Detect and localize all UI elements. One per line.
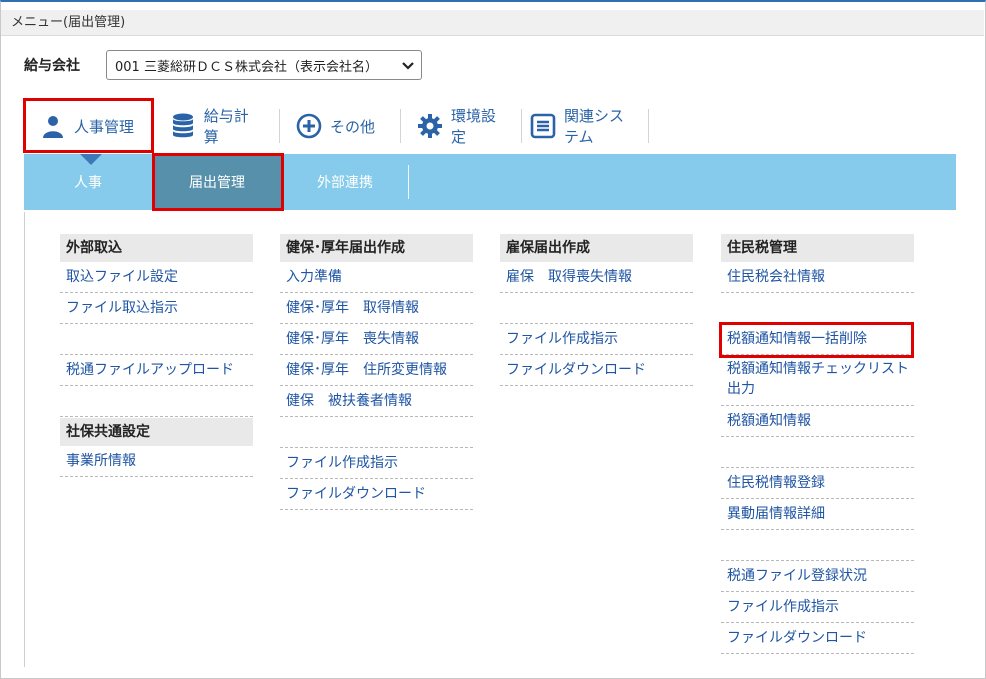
list-icon (530, 113, 556, 139)
section-title: 雇保届出作成 (500, 234, 693, 262)
gear-icon (417, 113, 443, 139)
sub-nav-label: 外部連携 (317, 175, 373, 191)
window-title: メニュー(届出管理) (1, 10, 984, 36)
menu-empty-row (500, 293, 693, 324)
menu-link[interactable]: 住民税情報登録 (721, 468, 914, 499)
main-nav-label: 給与計算 (203, 107, 249, 146)
content-border (24, 212, 25, 667)
menu-link[interactable]: 税額通知情報一括削除 (721, 324, 914, 355)
section-title: 社保共通設定 (60, 418, 253, 446)
menu-link[interactable]: 住民税会社情報 (721, 262, 914, 293)
chevron-down-icon (402, 62, 414, 70)
menu-column: 外部取込 取込ファイル設定 ファイル取込指示 税通ファイルアップロード 社保共通… (60, 234, 253, 477)
menu-empty-row (721, 293, 914, 324)
menu-link[interactable]: 税通ファイル登録状況 (721, 561, 914, 592)
main-nav: 人事管理 給与計算 その他 環境設定 関連システム (24, 100, 649, 152)
menu-link[interactable]: 税額通知情報 (721, 406, 914, 437)
sub-nav-gaibu[interactable]: 外部連携 (282, 154, 408, 210)
person-icon (40, 113, 66, 139)
active-caret (80, 154, 102, 165)
menu-link[interactable]: ファイル作成指示 (721, 592, 914, 623)
menu-column: 健保･厚年届出作成 入力準備 健保･厚年 取得情報 健保･厚年 喪失情報 健保･… (280, 234, 473, 510)
menu-link[interactable]: 雇保 取得喪失情報 (500, 262, 693, 293)
menu-empty-row (60, 324, 253, 355)
menu-link[interactable]: 健保･厚年 住所変更情報 (280, 355, 473, 386)
company-label: 給与会社 (24, 58, 80, 74)
main-nav-label: その他 (330, 117, 376, 136)
main-nav-kankyo[interactable]: 環境設定 (401, 100, 521, 152)
menu-link[interactable]: ファイル作成指示 (280, 448, 473, 479)
menu-link[interactable]: ファイルダウンロード (500, 355, 693, 386)
company-select-value: 001 三菱総研ＤＣＳ株式会社（表示会社名） (115, 59, 378, 75)
main-nav-label: 人事管理 (74, 117, 135, 136)
main-nav-jinji[interactable]: 人事管理 (24, 100, 154, 152)
menu-link[interactable]: 税額通知情報チェックリスト出力 (721, 355, 914, 406)
main-nav-sonota[interactable]: その他 (280, 100, 400, 152)
menu-link[interactable]: 健保･厚年 喪失情報 (280, 324, 473, 355)
menu-link[interactable]: 入力準備 (280, 262, 473, 293)
menu-link[interactable]: 健保 被扶養者情報 (280, 386, 473, 417)
company-select[interactable]: 001 三菱総研ＤＣＳ株式会社（表示会社名） (106, 50, 422, 80)
menu-column: 雇保届出作成 雇保 取得喪失情報 ファイル作成指示 ファイルダウンロード (500, 234, 693, 386)
menu-link[interactable]: ファイルダウンロード (721, 623, 914, 654)
menu-column: 住民税管理 住民税会社情報 税額通知情報一括削除 税額通知情報チェックリスト出力… (721, 234, 914, 654)
main-nav-label: 関連システム (564, 107, 625, 146)
main-nav-label: 環境設定 (451, 107, 497, 146)
main-nav-kyuyo[interactable]: 給与計算 (154, 100, 279, 152)
menu-empty-row (280, 417, 473, 448)
main-nav-divider (648, 109, 649, 143)
sub-nav-todokede[interactable]: 届出管理 (152, 154, 282, 210)
section-title: 外部取込 (60, 234, 253, 262)
section-title: 健保･厚年届出作成 (280, 234, 473, 262)
sub-nav-label: 届出管理 (189, 175, 245, 191)
database-icon (170, 113, 196, 139)
menu-link[interactable]: 取込ファイル設定 (60, 262, 253, 293)
sub-nav-divider (408, 165, 409, 199)
main-nav-kanren[interactable]: 関連システム (522, 100, 648, 152)
sub-nav: 人事 届出管理 外部連携 (24, 154, 956, 210)
menu-link[interactable]: 税通ファイルアップロード (60, 355, 253, 386)
menu-empty-row (721, 437, 914, 468)
menu-link[interactable]: 異動届情報詳細 (721, 499, 914, 530)
section-title: 住民税管理 (721, 234, 914, 262)
menu-empty-row (721, 530, 914, 561)
menu-link[interactable]: 事業所情報 (60, 446, 253, 477)
company-row: 給与会社 001 三菱総研ＤＣＳ株式会社（表示会社名） (24, 49, 422, 81)
menu-link[interactable]: ファイル取込指示 (60, 293, 253, 324)
plus-circle-icon (296, 113, 322, 139)
menu-link[interactable]: ファイル作成指示 (500, 324, 693, 355)
sub-nav-label: 人事 (74, 175, 102, 191)
menu-link[interactable]: ファイルダウンロード (280, 479, 473, 510)
menu-link[interactable]: 健保･厚年 取得情報 (280, 293, 473, 324)
menu-empty-row (60, 386, 253, 417)
